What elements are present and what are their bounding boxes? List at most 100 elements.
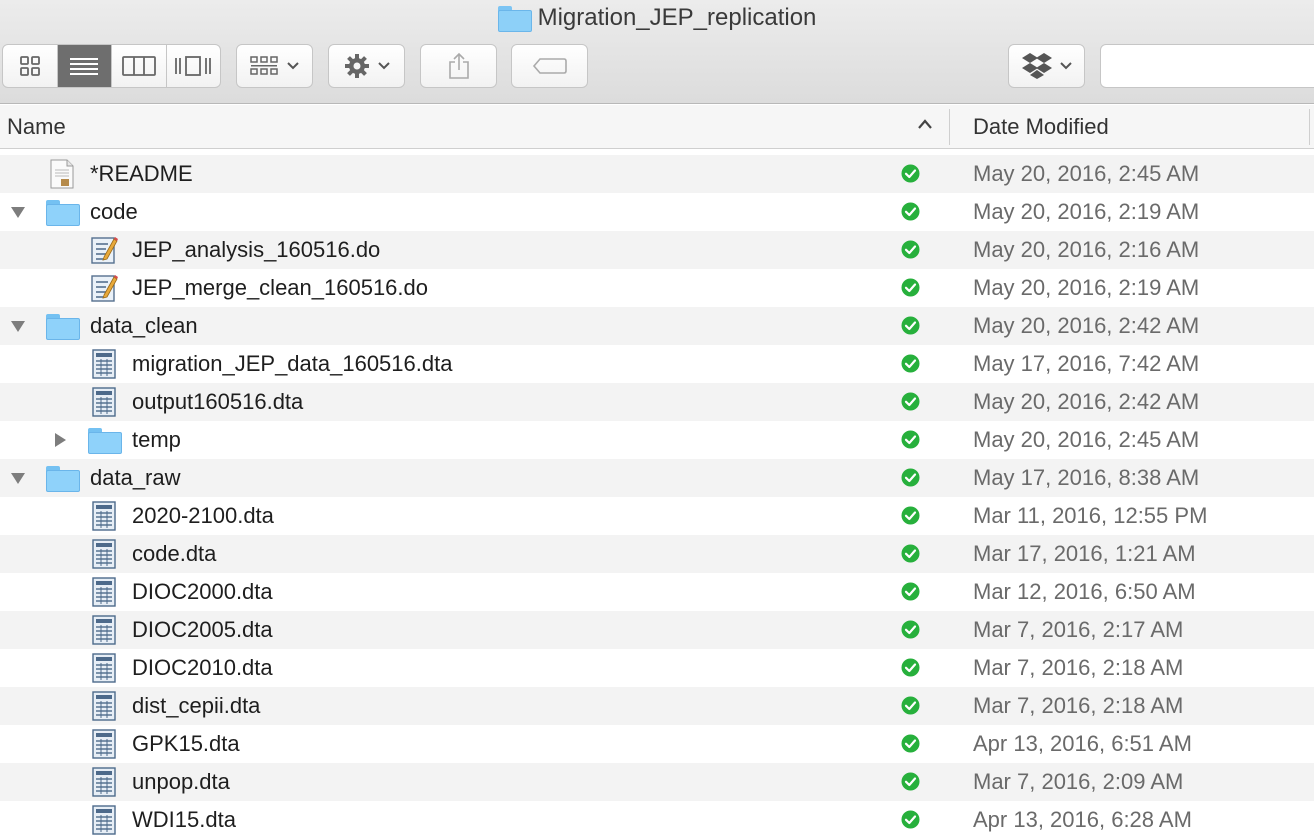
date-modified: Mar 7, 2016, 2:18 AM xyxy=(973,655,1184,680)
dta-file-icon xyxy=(92,615,116,645)
file-name: 2020-2100.dta xyxy=(132,503,274,528)
dta-file-icon xyxy=(92,805,116,835)
sort-ascending-icon[interactable] xyxy=(916,117,934,131)
icon-view-button[interactable] xyxy=(3,45,58,87)
view-mode-segmented-control xyxy=(2,44,221,88)
action-button[interactable] xyxy=(328,44,405,88)
file-row[interactable]: JEP_merge_clean_160516.do May 20, 2016, 2… xyxy=(0,269,1314,307)
window-toolbar: Migration_JEP_replication xyxy=(0,0,1314,104)
list-view-button[interactable] xyxy=(57,45,112,87)
column-view-button[interactable] xyxy=(112,45,167,87)
date-modified: May 20, 2016, 2:45 AM xyxy=(973,427,1200,452)
do-file-icon xyxy=(91,237,118,264)
file-row[interactable]: WDI15.dta Apr 13, 2016, 6:28 AM xyxy=(0,801,1314,837)
file-row[interactable]: DIOC2005.dta Mar 7, 2016, 2:17 AM xyxy=(0,611,1314,649)
search-field[interactable] xyxy=(1100,44,1314,88)
dta-file-icon xyxy=(92,729,116,759)
dta-file-icon xyxy=(92,349,116,379)
date-modified: Mar 7, 2016, 2:18 AM xyxy=(973,693,1184,718)
dropbox-button[interactable] xyxy=(1008,44,1085,88)
date-modified: Mar 7, 2016, 2:09 AM xyxy=(973,769,1184,794)
chevron-down-icon xyxy=(1059,62,1072,70)
file-row[interactable]: DIOC2010.dta Mar 7, 2016, 2:18 AM xyxy=(0,649,1314,687)
file-row[interactable]: code.dta Mar 17, 2016, 1:21 AM xyxy=(0,535,1314,573)
sync-check-icon xyxy=(901,240,920,259)
cover-flow-button[interactable] xyxy=(167,45,221,87)
date-modified: May 17, 2016, 7:42 AM xyxy=(973,351,1200,376)
disclosure-open-icon[interactable] xyxy=(10,470,26,486)
file-row[interactable]: data_clean May 20, 2016, 2:42 AM xyxy=(0,307,1314,345)
column-header-date-modified[interactable]: Date Modified xyxy=(973,114,1109,140)
disclosure-open-icon[interactable] xyxy=(10,318,26,334)
chevron-down-icon xyxy=(286,62,299,70)
folder-icon xyxy=(46,199,80,226)
file-row[interactable]: temp May 20, 2016, 2:45 AM xyxy=(0,421,1314,459)
tag-button[interactable] xyxy=(511,44,588,88)
file-row[interactable]: JEP_analysis_160516.do May 20, 2016, 2:16… xyxy=(0,231,1314,269)
date-modified: Apr 13, 2016, 6:28 AM xyxy=(973,807,1192,832)
date-modified: Mar 11, 2016, 12:55 PM xyxy=(973,503,1208,528)
sync-check-icon xyxy=(901,430,920,449)
folder-icon xyxy=(497,6,532,32)
disclosure-open-icon[interactable] xyxy=(10,204,26,220)
share-icon xyxy=(448,52,469,79)
file-row[interactable]: unpop.dta Mar 7, 2016, 2:09 AM xyxy=(0,763,1314,801)
file-name: code.dta xyxy=(132,541,217,566)
file-name: data_raw xyxy=(90,465,181,490)
file-row[interactable]: GPK15.dta Apr 13, 2016, 6:51 AM xyxy=(0,725,1314,763)
sync-check-icon xyxy=(901,278,920,297)
list-header: Name Date Modified xyxy=(0,105,1314,149)
file-name: unpop.dta xyxy=(132,769,230,794)
sync-check-icon xyxy=(901,620,920,639)
arrange-icon xyxy=(249,56,278,75)
file-name: dist_cepii.dta xyxy=(132,693,261,718)
file-row[interactable]: *README May 20, 2016, 2:45 AM xyxy=(0,155,1314,193)
folder-icon xyxy=(46,313,80,340)
dta-file-icon xyxy=(92,691,116,721)
sync-check-icon xyxy=(901,658,920,677)
dta-file-icon xyxy=(92,767,116,797)
sync-check-icon xyxy=(901,316,920,335)
chevron-down-icon xyxy=(377,62,390,70)
window-title: Migration_JEP_replication xyxy=(0,2,1314,34)
column-divider[interactable] xyxy=(949,109,950,145)
file-row[interactable]: DIOC2000.dta Mar 12, 2016, 6:50 AM xyxy=(0,573,1314,611)
file-name: DIOC2000.dta xyxy=(132,579,273,604)
dta-file-icon xyxy=(92,539,116,569)
date-modified: May 20, 2016, 2:42 AM xyxy=(973,313,1200,338)
file-name: GPK15.dta xyxy=(132,731,240,756)
column-divider[interactable] xyxy=(1309,109,1310,145)
share-button[interactable] xyxy=(420,44,497,88)
file-row[interactable]: output160516.dta May 20, 2016, 2:42 AM xyxy=(0,383,1314,421)
sync-check-icon xyxy=(901,810,920,829)
list-view-icon xyxy=(70,58,99,75)
sync-check-icon xyxy=(901,544,920,563)
file-row[interactable]: dist_cepii.dta Mar 7, 2016, 2:18 AM xyxy=(0,687,1314,725)
dta-file-icon xyxy=(92,653,116,683)
sync-check-icon xyxy=(901,202,920,221)
file-row[interactable]: code May 20, 2016, 2:19 AM xyxy=(0,193,1314,231)
column-header-name[interactable]: Name xyxy=(7,114,66,140)
sync-check-icon xyxy=(901,696,920,715)
date-modified: May 20, 2016, 2:45 AM xyxy=(973,161,1200,186)
sync-check-icon xyxy=(901,506,920,525)
file-name: migration_JEP_data_160516.dta xyxy=(132,351,453,376)
folder-icon xyxy=(88,427,122,454)
file-row[interactable]: data_raw May 17, 2016, 8:38 AM xyxy=(0,459,1314,497)
arrange-button[interactable] xyxy=(236,44,313,88)
dropbox-icon xyxy=(1021,53,1052,79)
file-name: JEP_merge_clean_160516.do xyxy=(132,275,429,300)
do-file-icon xyxy=(91,275,118,302)
text-document-icon xyxy=(50,159,74,189)
date-modified: Mar 17, 2016, 1:21 AM xyxy=(973,541,1196,566)
date-modified: May 17, 2016, 8:38 AM xyxy=(973,465,1200,490)
file-row[interactable]: 2020-2100.dta Mar 11, 2016, 12:55 PM xyxy=(0,497,1314,535)
date-modified: Mar 7, 2016, 2:17 AM xyxy=(973,617,1184,642)
disclosure-closed-icon[interactable] xyxy=(52,432,68,448)
cover-flow-icon xyxy=(175,56,212,76)
column-view-icon xyxy=(121,56,156,76)
file-row[interactable]: migration_JEP_data_160516.dta May 17, 201… xyxy=(0,345,1314,383)
dta-file-icon xyxy=(92,387,116,417)
file-name: JEP_analysis_160516.do xyxy=(132,237,381,262)
sync-check-icon xyxy=(901,582,920,601)
